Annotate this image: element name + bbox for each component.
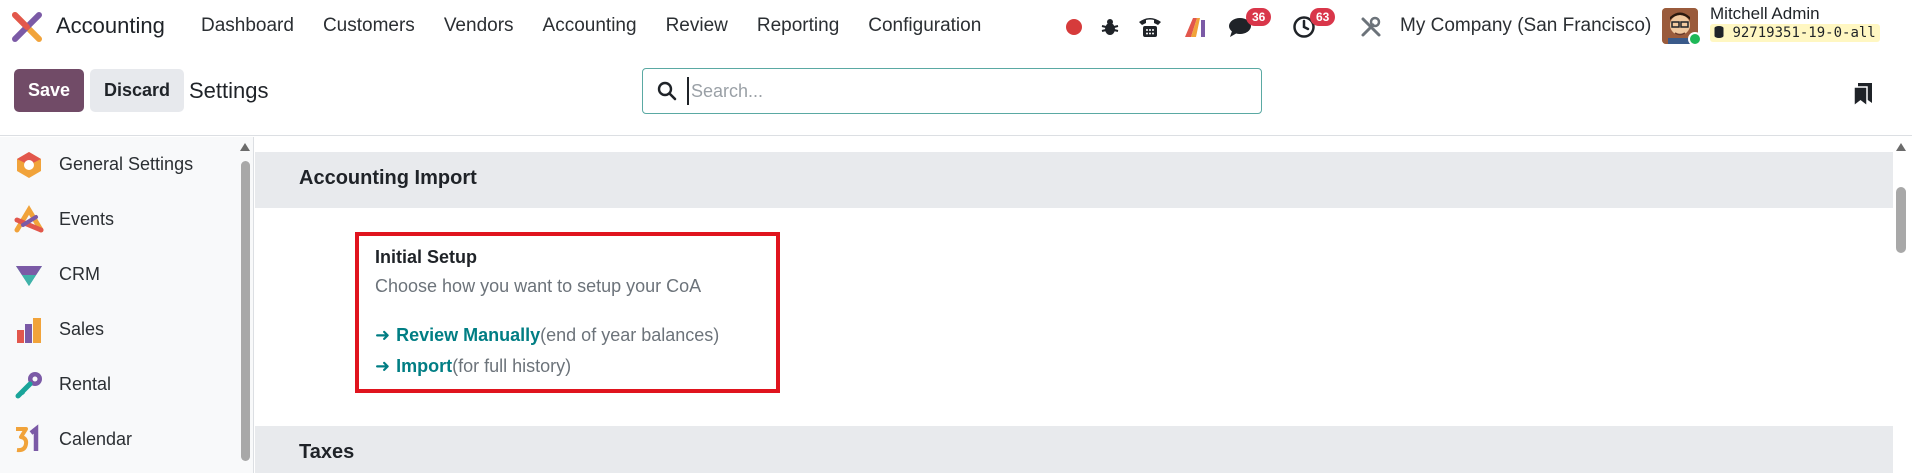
section-title: Taxes [299,441,355,463]
import-link-row: ➜ Import(for full history) [375,356,571,377]
app-title[interactable]: Accounting [56,13,165,39]
record-button[interactable] [1064,10,1084,44]
user-name[interactable]: Mitchell Admin [1710,4,1820,24]
ai-button[interactable] [1182,10,1208,44]
accounting-app-icon[interactable] [12,12,42,42]
search-box[interactable] [642,68,1262,114]
sidebar-item-general-settings[interactable]: General Settings [0,137,240,192]
sidebar-scroll-up-icon[interactable] [240,143,250,151]
menu-vendors[interactable]: Vendors [444,15,514,37]
company-switcher[interactable]: My Company (San Francisco) [1400,15,1651,37]
page-title: Settings [189,78,269,103]
sidebar-item-label: General Settings [59,154,194,174]
review-manually-link-row: ➜ Review Manually(end of year balances) [375,325,719,346]
record-icon [1066,19,1082,35]
crm-icon [16,266,42,286]
menu-review[interactable]: Review [666,15,728,37]
phone-button[interactable] [1136,10,1164,44]
sidebar-item-rental[interactable]: Rental [0,357,240,412]
menu-accounting[interactable]: Accounting [543,15,637,37]
messages-badge: 36 [1246,8,1272,26]
bug-icon [1101,19,1119,35]
content-scroll-up-icon[interactable] [1896,143,1906,151]
section-title: Accounting Import [299,167,477,189]
general-settings-icon [17,152,41,178]
search-input[interactable] [687,77,1247,105]
sidebar-scrollbar[interactable] [241,161,250,461]
messages-button[interactable]: 36 [1226,8,1272,44]
menu-customers[interactable]: Customers [323,15,415,37]
sidebar-item-label: CRM [59,264,100,284]
calendar-icon [16,424,39,453]
link-hint: (end of year balances) [540,325,720,345]
database-name: 92719351-19-0-all [1710,24,1880,42]
ai-icon [1185,18,1205,37]
top-navbar: Accounting Dashboard Customers Vendors A… [0,0,1912,53]
database-name-text: 92719351-19-0-all [1732,25,1876,41]
settings-content: Accounting Import Initial Setup Choose h… [255,137,1895,473]
debug-button[interactable] [1099,10,1121,44]
arrow-right-icon: ➜ [375,356,391,376]
rental-icon [15,372,42,399]
control-panel: Save Discard Settings [0,53,1912,136]
sidebar-item-label: Events [59,209,115,229]
sidebar-item-sales[interactable]: Sales [0,302,240,357]
section-header-accounting-import: Accounting Import [255,152,1893,208]
initial-setup-setting: Initial Setup Choose how you want to set… [355,232,780,393]
menu-dashboard[interactable]: Dashboard [201,15,294,37]
main-menu: Dashboard Customers Vendors Accounting R… [201,15,1010,37]
link-hint: (for full history) [452,356,572,376]
review-manually-link[interactable]: Review Manually [396,325,540,345]
section-header-taxes: Taxes [255,426,1893,473]
online-status-icon [1688,32,1702,46]
setting-description: Choose how you want to setup your CoA [375,276,702,296]
menu-reporting[interactable]: Reporting [757,15,839,37]
activities-badge: 63 [1310,8,1336,26]
menu-configuration[interactable]: Configuration [868,15,981,37]
discard-button[interactable]: Discard [90,69,184,112]
events-icon [14,205,44,233]
import-link[interactable]: Import [396,356,452,376]
phone-icon [1139,18,1161,37]
save-button[interactable]: Save [14,69,84,112]
settings-sidebar: General Settings Events CRM Sales Rental… [0,137,254,473]
content-scrollbar[interactable] [1896,187,1906,253]
sidebar-item-label: Calendar [59,429,133,449]
search-icon [657,81,677,101]
sidebar-item-label: Rental [59,374,112,394]
tools-icon [1361,16,1381,37]
sidebar-item-events[interactable]: Events [0,192,240,247]
database-icon [1714,26,1724,38]
settings-tools-button[interactable] [1359,10,1383,44]
setting-title: Initial Setup [375,247,478,267]
sales-icon [17,318,41,343]
bookmarks-icon[interactable] [1852,81,1874,107]
sidebar-item-label: Sales [59,319,105,339]
sidebar-item-crm[interactable]: CRM [0,247,240,302]
sidebar-item-calendar[interactable]: Calendar [0,412,240,467]
arrow-right-icon: ➜ [375,325,391,345]
activities-button[interactable]: 63 [1290,8,1336,44]
